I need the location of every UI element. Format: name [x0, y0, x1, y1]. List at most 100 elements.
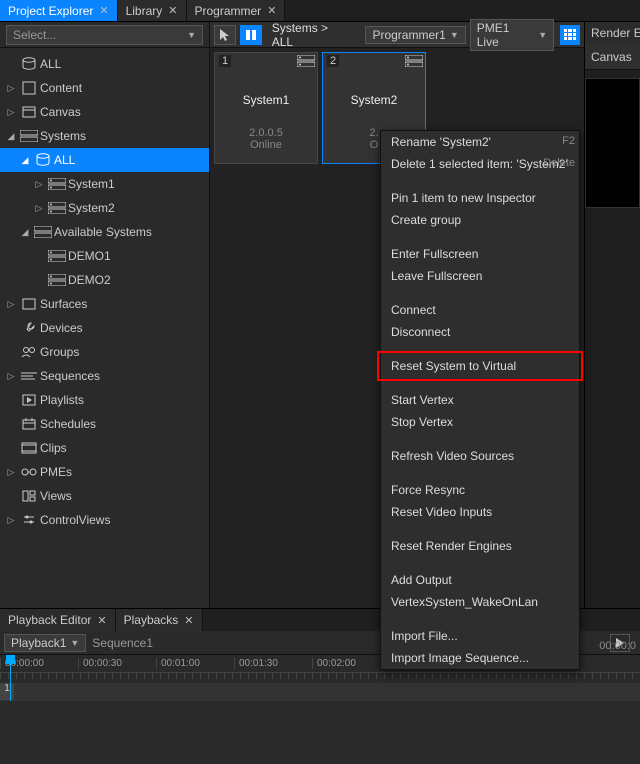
close-icon[interactable]: ✕: [184, 614, 193, 627]
tree-item-label: Systems: [40, 129, 86, 143]
menu-item-start-vertex[interactable]: Start Vertex: [381, 389, 579, 411]
tree-item-playlists[interactable]: Playlists: [0, 388, 209, 412]
server-icon: [297, 55, 315, 67]
tree-item-all[interactable]: ◢ALL: [0, 148, 209, 172]
dropdown-label: Playback1: [11, 636, 66, 650]
menu-item-reset-system-to-virtual[interactable]: Reset System to Virtual: [381, 355, 579, 377]
tree-item-groups[interactable]: Groups: [0, 340, 209, 364]
chevron-down-icon[interactable]: ◢: [18, 227, 32, 238]
canvas-dropdown[interactable]: Canvas: [585, 44, 640, 70]
chevron-right-icon[interactable]: ▷: [4, 467, 18, 478]
tree-item-demo1[interactable]: DEMO1: [0, 244, 209, 268]
menu-item-rename-system2[interactable]: Rename 'System2'F2: [381, 131, 579, 153]
track-number: 1: [0, 683, 14, 700]
tree-item-available-systems[interactable]: ◢Available Systems: [0, 220, 209, 244]
close-icon[interactable]: ✕: [168, 4, 177, 17]
menu-separator: [381, 467, 579, 479]
tab-label: Playbacks: [124, 613, 179, 627]
tree-item-content[interactable]: ▷ Content: [0, 76, 209, 100]
tab-playbacks[interactable]: Playbacks ✕: [116, 609, 203, 631]
card-number: 1: [219, 55, 231, 67]
chevron-right-icon[interactable]: ▷: [4, 83, 18, 94]
menu-item-enter-fullscreen[interactable]: Enter Fullscreen: [381, 243, 579, 265]
menu-item-import-image-sequence[interactable]: Import Image Sequence...: [381, 647, 579, 669]
tree-item-views[interactable]: Views: [0, 484, 209, 508]
tree-item-schedules[interactable]: Schedules: [0, 412, 209, 436]
sequence-label: Sequence1: [92, 636, 153, 650]
menu-separator: [381, 175, 579, 187]
chevron-down-icon: ▼: [538, 30, 547, 40]
menu-item-leave-fullscreen[interactable]: Leave Fullscreen: [381, 265, 579, 287]
playhead[interactable]: [10, 655, 11, 701]
tree-item-label: Content: [40, 81, 82, 95]
cursor-tool[interactable]: [214, 25, 236, 45]
chevron-right-icon[interactable]: ▷: [4, 515, 18, 526]
menu-item-reset-render-engines[interactable]: Reset Render Engines: [381, 535, 579, 557]
chevron-right-icon[interactable]: ▷: [32, 179, 46, 190]
menu-item-import-file[interactable]: Import File...: [381, 625, 579, 647]
tab-render[interactable]: Render E: [585, 22, 640, 44]
pme-dropdown[interactable]: PME1 Live ▼: [470, 19, 554, 51]
tab-project-explorer[interactable]: Project Explorer ✕: [0, 0, 118, 21]
tree-item-devices[interactable]: Devices: [0, 316, 209, 340]
tree-item-label: Sequences: [40, 369, 100, 383]
context-menu: Rename 'System2'F2Delete 1 selected item…: [380, 130, 580, 670]
tree-item-canvas[interactable]: ▷Canvas: [0, 100, 209, 124]
menu-separator: [381, 613, 579, 625]
chevron-right-icon[interactable]: ▷: [4, 107, 18, 118]
tree-item-system2[interactable]: ▷System2: [0, 196, 209, 220]
clip-icon: [18, 442, 40, 454]
srv-icon: [46, 250, 68, 262]
tree-item-label: Devices: [40, 321, 83, 335]
close-icon[interactable]: ✕: [97, 614, 106, 627]
system-card-system1[interactable]: 1System12.0.0.5Online: [214, 52, 318, 164]
pme-icon: [18, 466, 40, 478]
playback-dropdown[interactable]: Playback1 ▼: [4, 634, 86, 652]
chevron-down-icon[interactable]: ◢: [4, 131, 18, 142]
tree-item-systems[interactable]: ◢ Systems: [0, 124, 209, 148]
edit-tool[interactable]: [240, 25, 262, 45]
menu-item-pin-1-item-to-new-inspector[interactable]: Pin 1 item to new Inspector: [381, 187, 579, 209]
tab-programmer[interactable]: Programmer ✕: [187, 0, 286, 21]
select-dropdown[interactable]: Select... ▼: [6, 25, 203, 45]
menu-item-add-output[interactable]: Add Output: [381, 569, 579, 591]
menu-item-reset-video-inputs[interactable]: Reset Video Inputs: [381, 501, 579, 523]
tree-item-system1[interactable]: ▷ System1: [0, 172, 209, 196]
chevron-down-icon[interactable]: ◢: [18, 155, 32, 166]
menu-separator: [381, 231, 579, 243]
close-icon[interactable]: ✕: [99, 4, 108, 17]
menu-item-refresh-video-sources[interactable]: Refresh Video Sources: [381, 445, 579, 467]
menu-item-force-resync[interactable]: Force Resync: [381, 479, 579, 501]
group-icon: [18, 346, 40, 358]
views-icon: [18, 490, 40, 502]
menu-item-stop-vertex[interactable]: Stop Vertex: [381, 411, 579, 433]
tab-library[interactable]: Library ✕: [118, 0, 187, 21]
chevron-right-icon[interactable]: ▷: [4, 299, 18, 310]
tree-item-all[interactable]: ALL: [0, 52, 209, 76]
chevron-right-icon[interactable]: ▷: [4, 371, 18, 382]
tree-item-controlviews[interactable]: ▷ControlViews: [0, 508, 209, 532]
tree-item-sequences[interactable]: ▷ Sequences: [0, 364, 209, 388]
menu-item-delete-1-selected-item-system2[interactable]: Delete 1 selected item: 'System2'Delete: [381, 153, 579, 175]
chevron-right-icon[interactable]: ▷: [32, 203, 46, 214]
programmer-dropdown[interactable]: Programmer1 ▼: [365, 26, 465, 44]
tree-item-label: Playlists: [40, 393, 84, 407]
grid-view-button[interactable]: [560, 25, 580, 45]
tree-item-pmes[interactable]: ▷PMEs: [0, 460, 209, 484]
track-row[interactable]: 1: [0, 683, 640, 701]
menu-item-vertexsystem-wakeonlan[interactable]: VertexSystem_WakeOnLan: [381, 591, 579, 613]
tab-playback-editor[interactable]: Playback Editor ✕: [0, 609, 116, 631]
tree-item-surfaces[interactable]: ▷Surfaces: [0, 292, 209, 316]
tab-label: Project Explorer: [8, 4, 93, 18]
menu-item-connect[interactable]: Connect: [381, 299, 579, 321]
tree-item-label: System1: [68, 177, 115, 191]
server-icon: [405, 55, 423, 67]
menu-item-disconnect[interactable]: Disconnect: [381, 321, 579, 343]
menu-item-create-group[interactable]: Create group: [381, 209, 579, 231]
tree-item-demo2[interactable]: DEMO2: [0, 268, 209, 292]
tree-item-clips[interactable]: Clips: [0, 436, 209, 460]
close-icon[interactable]: ✕: [267, 4, 276, 17]
tab-label: Library: [126, 4, 163, 18]
dropdown-label: Canvas: [591, 50, 632, 64]
card-title: System2: [323, 93, 425, 107]
